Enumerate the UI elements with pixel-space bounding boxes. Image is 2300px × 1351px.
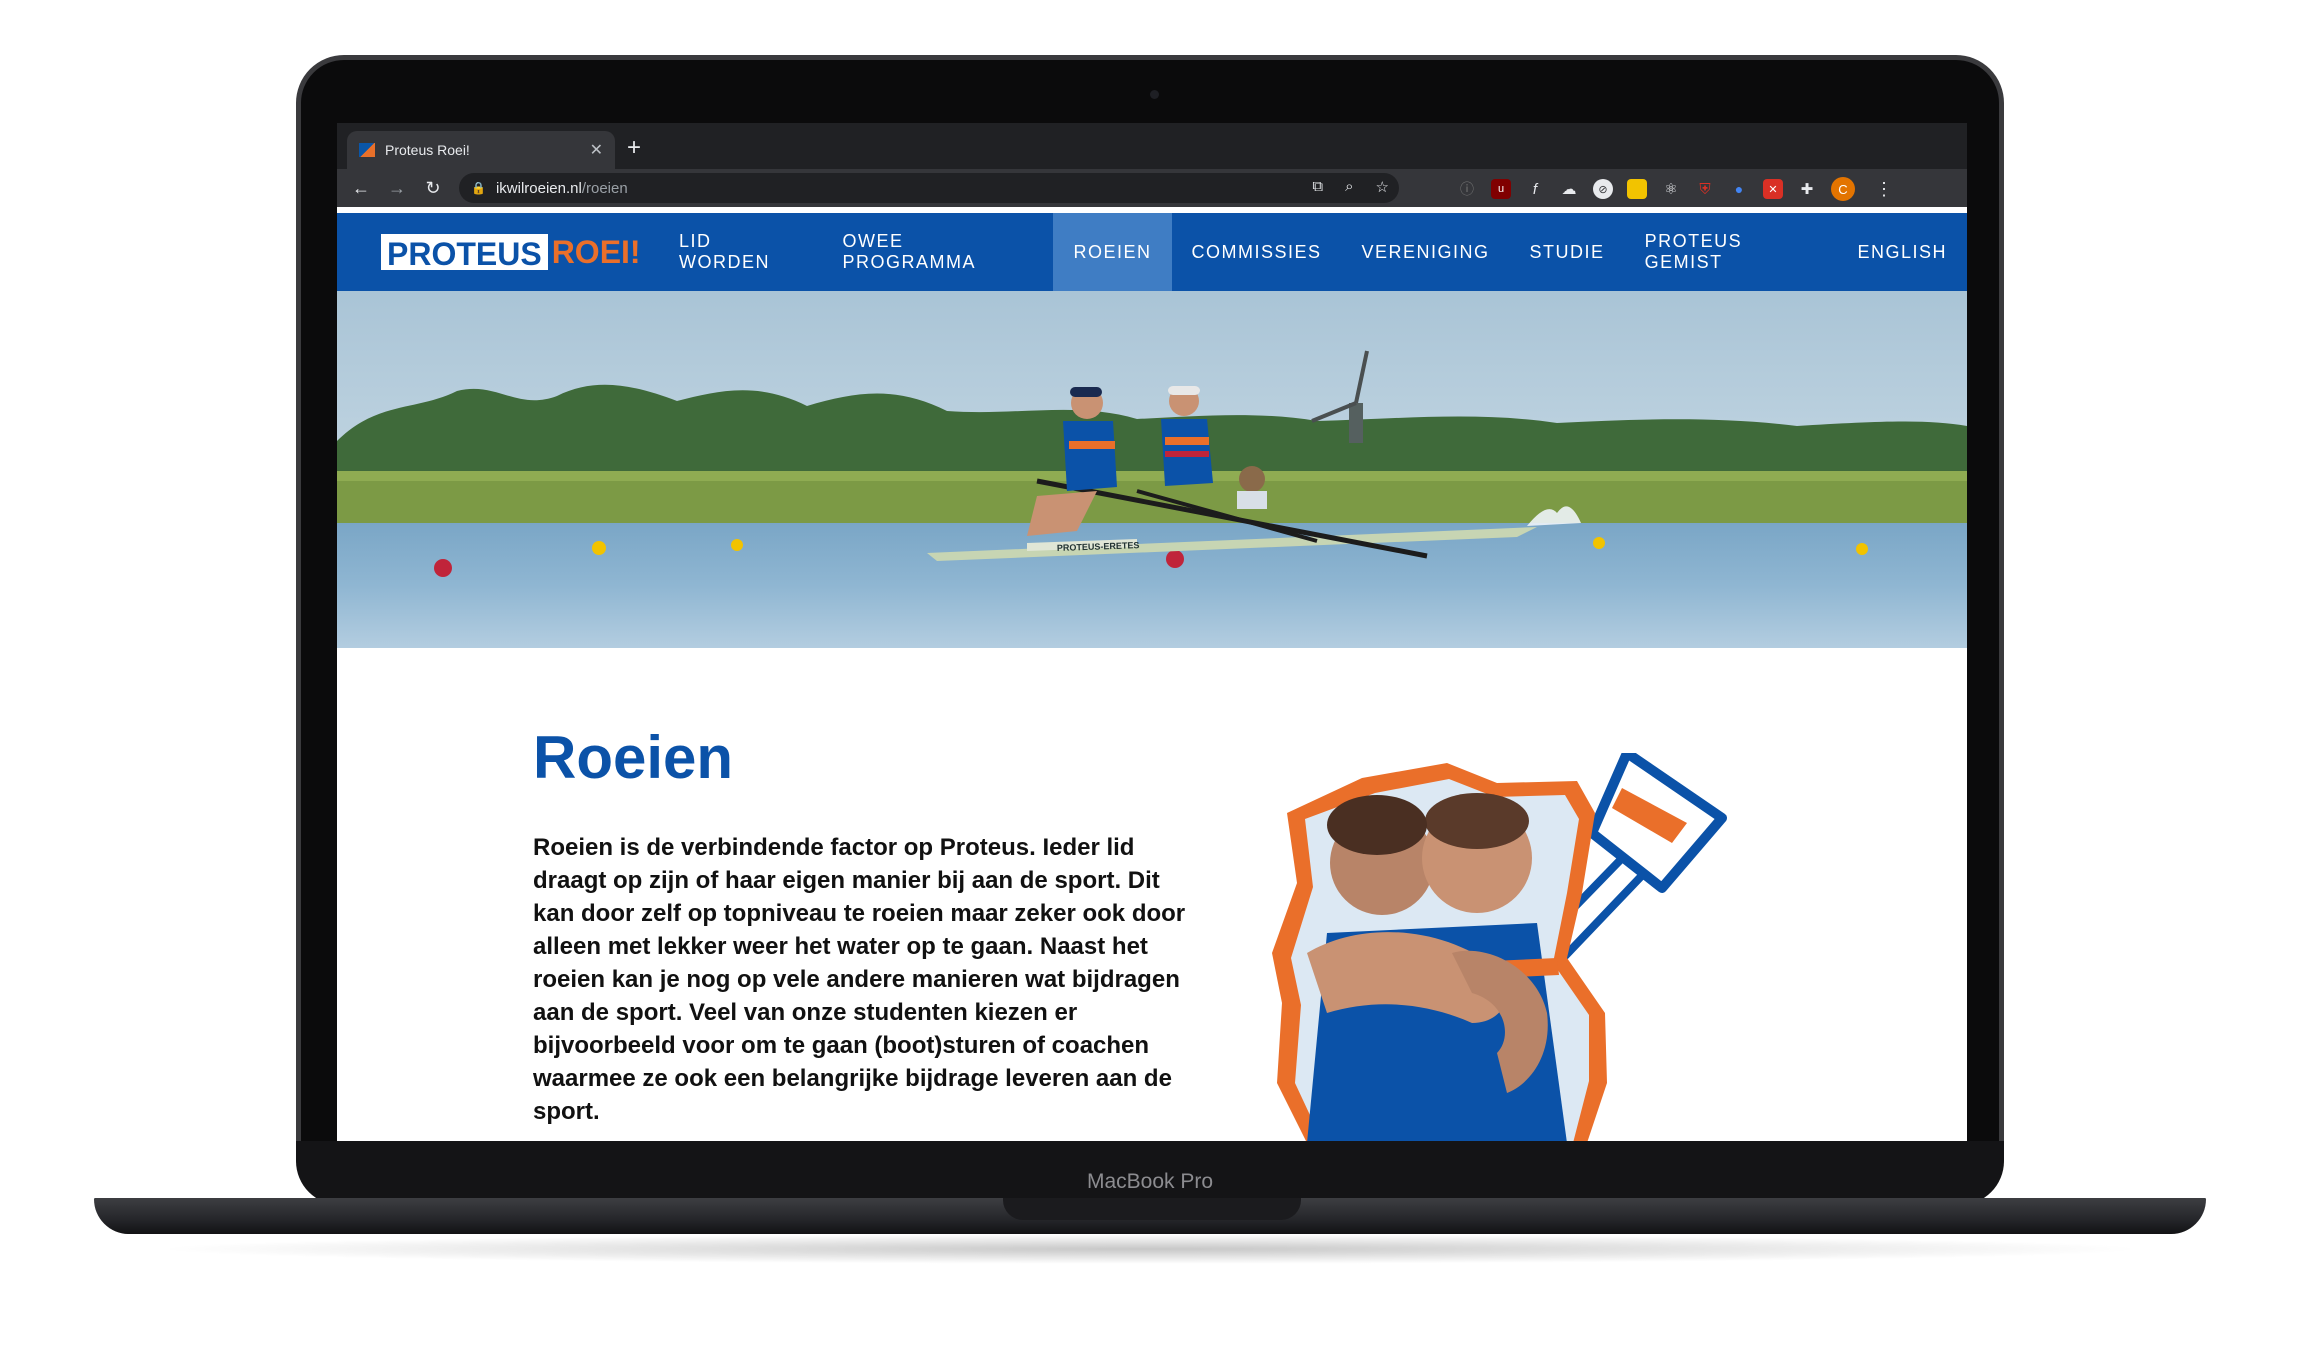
screen: Proteus Roei! ✕ + ← → ↻ 🔒 ikwilroeien.nl… xyxy=(337,123,1967,1141)
nav-item-english[interactable]: ENGLISH xyxy=(1837,213,1967,291)
nav-menu: LID WORDEN OWEE PROGRAMMA ROEIEN COMMISS… xyxy=(659,213,1967,291)
nav-item-lid-worden[interactable]: LID WORDEN xyxy=(659,213,823,291)
browser-tab[interactable]: Proteus Roei! ✕ xyxy=(347,131,615,169)
tab-title: Proteus Roei! xyxy=(385,142,470,158)
extensions-bar: ⓘ u f ☁ ⊘ ⚛ ⛨ ● ✕ ✚ C ⋮ xyxy=(1457,177,1893,201)
hero-image: PROTEUS-ERETES xyxy=(337,291,1967,648)
browser-toolbar: ← → ↻ 🔒 ikwilroeien.nl/roeien ⧉ ⌕ ☆ ⓘ u … xyxy=(337,169,1967,207)
reload-icon[interactable]: ↻ xyxy=(415,178,451,199)
bookmark-star-icon[interactable]: ☆ xyxy=(1376,178,1389,196)
tab-bar: Proteus Roei! ✕ + xyxy=(337,123,1967,169)
lock-icon: 🔒 xyxy=(471,181,486,195)
x-extension-icon[interactable]: ✕ xyxy=(1763,179,1783,199)
url-host: ikwilroeien.nl xyxy=(495,179,582,197)
nav-item-roeien[interactable]: ROEIEN xyxy=(1053,213,1172,291)
intro-paragraph: Roeien is de verbindende factor op Prote… xyxy=(533,834,1186,1125)
browser-menu-icon[interactable]: ⋮ xyxy=(1875,179,1893,200)
favicon-icon xyxy=(359,143,375,157)
cloud-extension-icon[interactable]: ☁ xyxy=(1559,179,1579,199)
site-navbar: PROTEUS ROEI! LID WORDEN OWEE PROGRAMMA … xyxy=(337,213,1967,291)
stage: MacBook Pro Proteus Roei! ✕ + ← → ↻ 🔒 ik… xyxy=(0,0,2300,1351)
nav-item-proteus-gemist[interactable]: PROTEUS GEMIST xyxy=(1625,213,1838,291)
drop-extension-icon[interactable]: ● xyxy=(1729,179,1749,199)
new-tab-button[interactable]: + xyxy=(627,131,641,165)
logo-roei: ROEI! xyxy=(551,234,641,270)
logo-proteus: PROTEUS xyxy=(381,234,548,272)
share-icon[interactable]: ⧉ xyxy=(1312,178,1323,196)
puzzle-extension-icon[interactable]: ✚ xyxy=(1797,179,1817,199)
rowers-hug-art xyxy=(1272,748,1727,1141)
ublock-extension-icon[interactable]: u xyxy=(1491,179,1511,199)
shield-extension-icon[interactable]: ⛨ xyxy=(1695,179,1715,199)
zoom-icon[interactable]: ⌕ xyxy=(1345,178,1353,196)
forward-arrow-icon[interactable]: → xyxy=(379,178,415,199)
block-extension-icon[interactable]: ⊘ xyxy=(1593,179,1613,199)
address-bar[interactable]: 🔒 ikwilroeien.nl/roeien ⧉ ⌕ ☆ xyxy=(459,173,1399,203)
yellow-extension-icon[interactable] xyxy=(1627,179,1647,199)
nav-item-studie[interactable]: STUDIE xyxy=(1510,213,1625,291)
tab-close-icon[interactable]: ✕ xyxy=(590,140,603,160)
laptop-shadow xyxy=(150,1234,2150,1264)
hug-illustration xyxy=(1267,748,1757,1141)
device-brand-label: MacBook Pro xyxy=(1086,1170,1214,1193)
function-extension-icon[interactable]: f xyxy=(1525,179,1545,199)
url-path: /roeien xyxy=(581,179,628,197)
profile-avatar[interactable]: C xyxy=(1831,177,1855,201)
nav-item-commissies[interactable]: COMMISSIES xyxy=(1172,213,1342,291)
back-arrow-icon[interactable]: ← xyxy=(343,178,379,199)
nav-item-vereniging[interactable]: VERENIGING xyxy=(1342,213,1510,291)
nav-item-owee-programma[interactable]: OWEE PROGRAMMA xyxy=(823,213,1054,291)
page-title: Roeien xyxy=(533,724,734,791)
site-logo[interactable]: PROTEUS ROEI! xyxy=(381,234,645,272)
laptop-notch xyxy=(1003,1198,1301,1220)
camera-icon xyxy=(1150,90,1159,99)
react-extension-icon[interactable]: ⚛ xyxy=(1661,179,1681,199)
omnibox-icons: ⧉ ⌕ ☆ xyxy=(1312,178,1389,196)
info-extension-icon[interactable]: ⓘ xyxy=(1457,179,1477,199)
hero-illustration: PROTEUS-ERETES xyxy=(337,291,1967,648)
